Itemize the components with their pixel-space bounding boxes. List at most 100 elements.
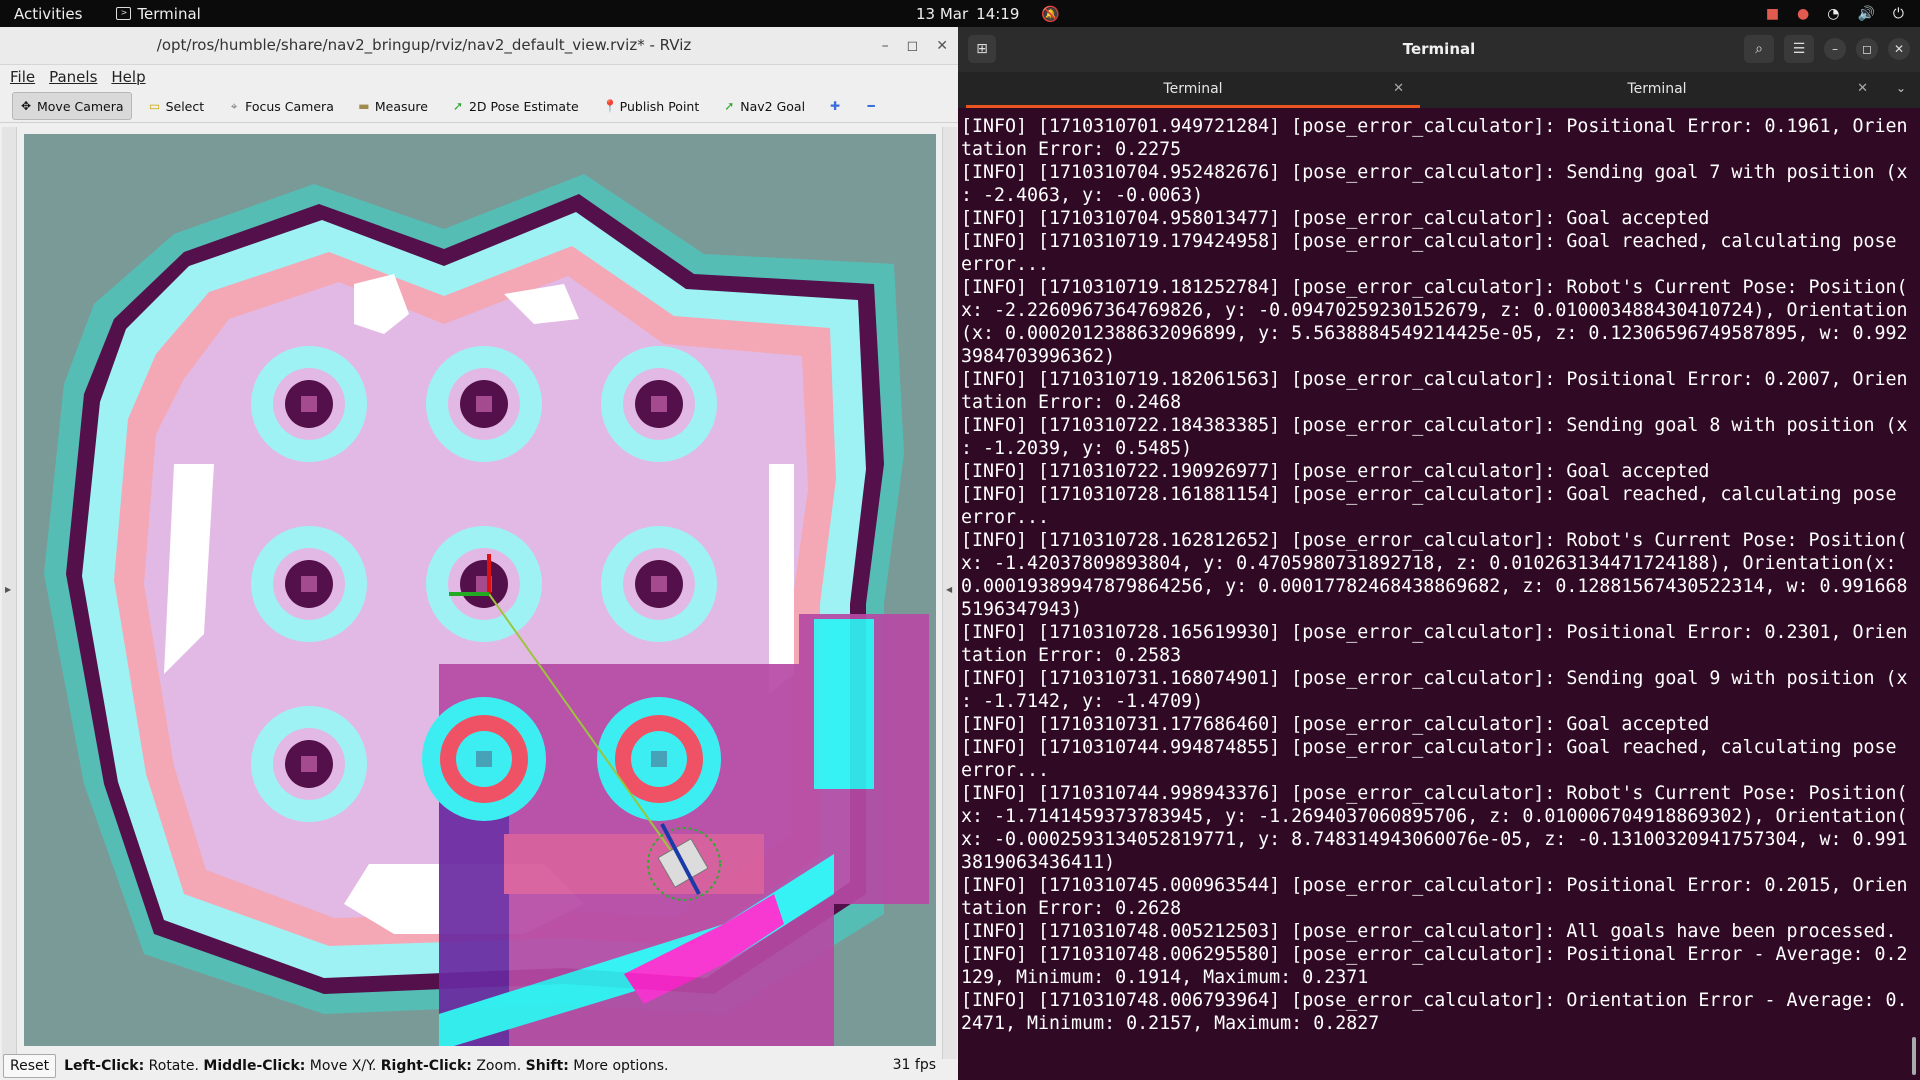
rviz-toolbar: ✥ Move Camera ▭ Select ⌖ Focus Camera ▬ … (0, 90, 970, 123)
tool-label: Publish Point (619, 98, 700, 114)
tool-move-camera[interactable]: ✥ Move Camera (12, 92, 132, 120)
rviz-titlebar: /opt/ros/humble/share/nav2_bringup/rviz/… (0, 27, 958, 65)
tab-label: Terminal (1627, 81, 1687, 97)
hint-key: Left-Click: (64, 1058, 145, 1074)
maximize-button[interactable]: ◻ (1856, 38, 1878, 60)
rviz-statusbar: Reset Left-Click: Rotate. Middle-Click: … (0, 1052, 958, 1080)
rviz-window-title: /opt/ros/humble/share/nav2_bringup/rviz/… (156, 36, 692, 54)
fps-counter: 31 fps (892, 1057, 936, 1073)
tool-label: Measure (374, 98, 428, 114)
terminal-line: error... (961, 760, 1050, 781)
mic-indicator-icon: ● (1797, 5, 1810, 22)
terminal-line: [INFO] [1710310748.006295580] [pose_erro… (961, 944, 1908, 965)
tool-nav2-goal[interactable]: ➚ Nav2 Goal (716, 93, 812, 119)
terminal-line: [INFO] [1710310704.952482676] [pose_erro… (961, 162, 1908, 183)
terminal-line: x: -2.2260967364769826, y: -0.0947025923… (961, 300, 1908, 321)
menu-file[interactable]: File (10, 68, 35, 86)
menu-panels[interactable]: Panels (49, 68, 97, 86)
terminal-line: [INFO] [1710310701.949721284] [pose_erro… (961, 116, 1908, 137)
select-icon: ▭ (148, 99, 161, 113)
tool-label: Focus Camera (245, 98, 334, 114)
tool-2d-pose-estimate[interactable]: ➚ 2D Pose Estimate (445, 93, 586, 119)
wifi-icon[interactable]: ◔ (1827, 6, 1839, 22)
tool-label: Select (165, 98, 205, 114)
terminal-line: [INFO] [1710310745.000963544] [pose_erro… (961, 875, 1908, 896)
terminal-line: (x: 0.0002012388632096899, y: 5.56388845… (961, 323, 1908, 344)
terminal-line: [INFO] [1710310719.181252784] [pose_erro… (961, 277, 1908, 298)
terminal-line: [INFO] [1710310722.190926977] [pose_erro… (961, 461, 1710, 482)
volume-icon[interactable]: 🔊 (1857, 6, 1874, 22)
terminal-line: 2471, Minimum: 0.2157, Maximum: 0.2827 (961, 1013, 1380, 1034)
tool-focus-camera[interactable]: ⌖ Focus Camera (221, 93, 341, 119)
active-app-name: Terminal (137, 4, 201, 23)
camera-indicator-icon: ■ (1765, 5, 1780, 22)
terminal-tabbar: Terminal ✕ Terminal ✕ ⌄ (958, 72, 1920, 108)
hamburger-icon: ☰ (1792, 41, 1806, 57)
activities-button[interactable]: Activities (14, 5, 82, 23)
publish-point-icon: 📍 (602, 99, 618, 113)
measure-icon: ▬ (358, 99, 370, 113)
minimize-button[interactable]: – (1824, 38, 1846, 60)
terminal-line: [INFO] [1710310731.177686460] [pose_erro… (961, 714, 1710, 735)
power-icon[interactable]: ⏻ (1893, 6, 1904, 22)
terminal-line: x: -1.42037809893804, y: 0.4705980731892… (961, 553, 1897, 574)
terminal-line: [INFO] [1710310744.998943376] [pose_erro… (961, 783, 1908, 804)
tool-measure[interactable]: ▬ Measure (351, 93, 435, 119)
hint-value: Rotate. (144, 1058, 204, 1074)
rviz-menubar: File Panels Help (0, 64, 968, 90)
clock-time: 14:19 (976, 4, 1020, 23)
menu-button[interactable]: ☰ (1784, 35, 1814, 63)
system-top-bar: Activities > Terminal 13 Mar 14:19 🔕 ■ ●… (0, 0, 1920, 27)
terminal-line: tation Error: 0.2468 (961, 392, 1182, 413)
terminal-line: 0.00019389947879864256, y: 0.00017782468… (961, 576, 1908, 597)
terminal-line: [INFO] [1710310719.182061563] [pose_erro… (961, 369, 1908, 390)
nav2-goal-icon: ➚ (724, 99, 735, 113)
costmap-render (24, 134, 936, 1046)
pose-estimate-icon: ➚ (452, 99, 464, 113)
terminal-line: tation Error: 0.2275 (961, 139, 1182, 160)
close-icon[interactable]: ✕ (936, 38, 948, 54)
right-dock-handle[interactable]: ◀ (942, 127, 957, 1059)
plus-icon: ✚ (830, 99, 841, 113)
hint-key: Shift: (525, 1058, 569, 1074)
terminal-tab-2[interactable]: Terminal ✕ (1430, 72, 1884, 108)
minus-icon: ━ (867, 99, 875, 113)
maximize-icon: ◻ (1862, 42, 1872, 56)
terminal-tab-1[interactable]: Terminal ✕ (966, 72, 1420, 108)
terminal-line: tation Error: 0.2583 (961, 645, 1182, 666)
search-button[interactable]: ⌕ (1744, 35, 1774, 63)
terminal-line: [INFO] [1710310731.168074901] [pose_erro… (961, 668, 1908, 689)
tab-close-icon[interactable]: ✕ (1393, 72, 1404, 106)
active-app-indicator[interactable]: > Terminal (116, 4, 201, 23)
free-space (769, 464, 794, 694)
clock[interactable]: 13 Mar 14:19 🔕 (916, 0, 1060, 27)
minimize-icon[interactable]: – (882, 38, 889, 54)
terminal-output[interactable]: [INFO] [1710310701.949721284] [pose_erro… (961, 115, 1916, 1075)
tab-list-chevron-down-icon[interactable]: ⌄ (1896, 81, 1906, 95)
close-button[interactable]: ✕ (1888, 38, 1910, 60)
terminal-line: x: -1.7141459373783945, y: -1.2694037060… (961, 806, 1908, 827)
menu-help[interactable]: Help (111, 68, 145, 86)
tab-close-icon[interactable]: ✕ (1857, 72, 1868, 106)
mouse-hint: Left-Click: Rotate. Middle-Click: Move X… (64, 1058, 668, 1074)
tool-select[interactable]: ▭ Select (142, 93, 212, 119)
terminal-scrollbar[interactable] (1912, 1037, 1916, 1075)
terminal-line: 129, Minimum: 0.1914, Maximum: 0.2371 (961, 967, 1369, 988)
focus-camera-icon: ⌖ (230, 98, 238, 113)
close-icon: ✕ (1893, 42, 1905, 56)
hint-key: Right-Click: (380, 1058, 472, 1074)
reset-button[interactable]: Reset (3, 1054, 57, 1078)
terminal-line: 3984703996362) (961, 346, 1116, 367)
tool-label: Move Camera (37, 98, 124, 114)
expand-right-icon: ◀ (946, 585, 953, 594)
rviz-3d-viewport[interactable] (24, 134, 936, 1046)
maximize-icon[interactable]: ◻ (907, 38, 919, 54)
terminal-line: : -1.7142, y: -1.4709) (961, 691, 1204, 712)
hint-value: Move X/Y. (305, 1058, 381, 1074)
terminal-line: [INFO] [1710310728.161881154] [pose_erro… (961, 484, 1897, 505)
left-dock-handle[interactable]: ▶ (2, 127, 17, 1059)
add-tool-button[interactable]: ✚ (822, 93, 848, 119)
tool-publish-point[interactable]: 📍 Publish Point (596, 93, 707, 119)
remove-tool-button[interactable]: ━ (858, 93, 884, 119)
terminal-line: error... (961, 507, 1050, 528)
